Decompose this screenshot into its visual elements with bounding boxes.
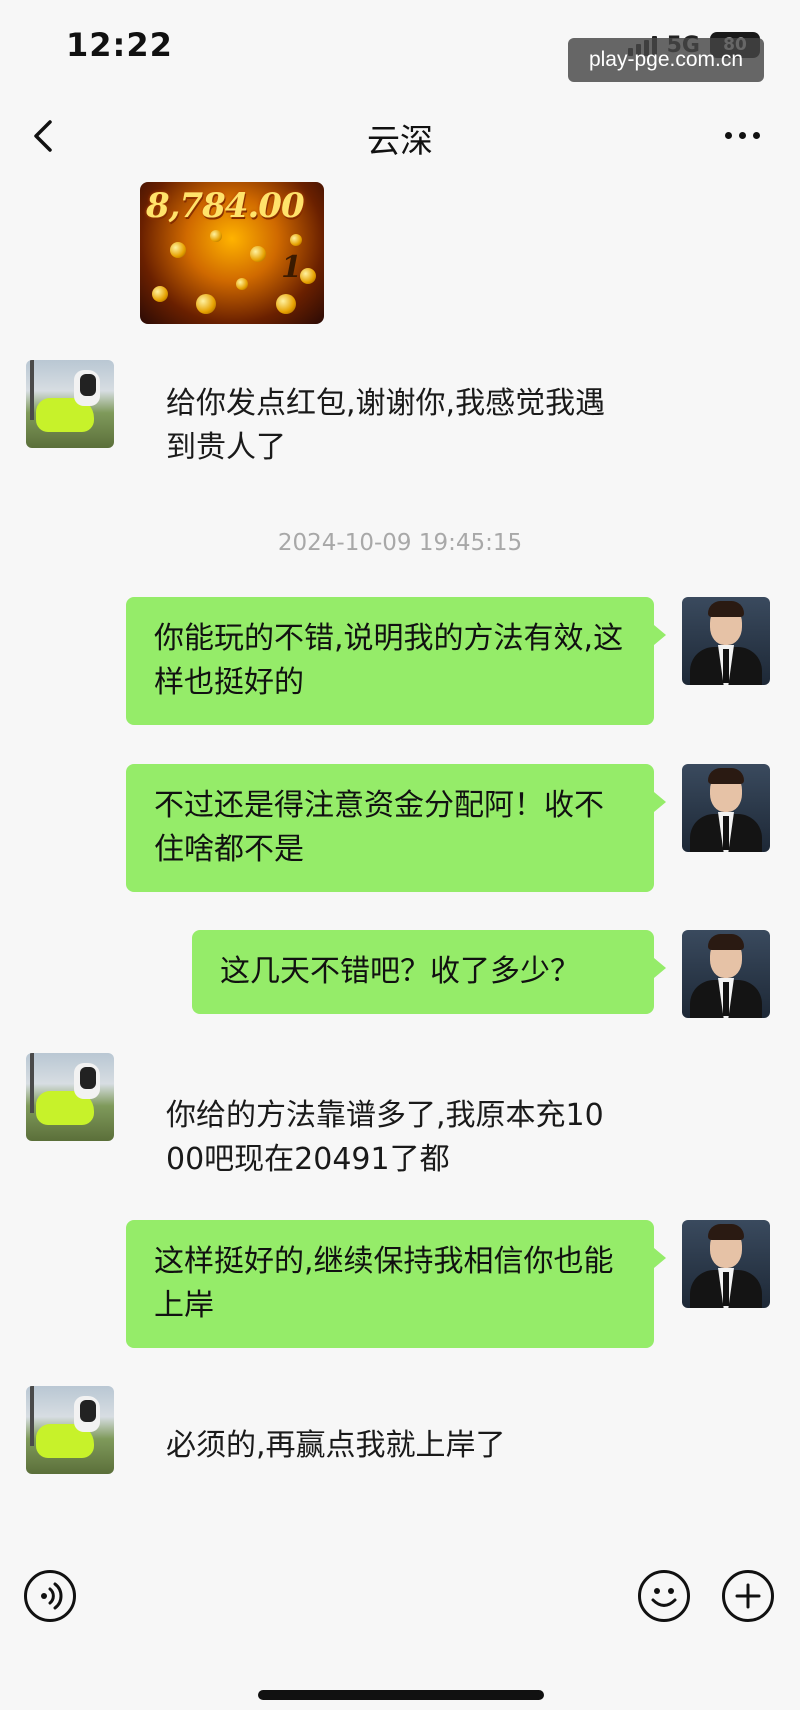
plus-icon[interactable] <box>722 1570 774 1622</box>
image-amount-text: 8,784.00 <box>146 186 305 226</box>
voice-input-icon[interactable] <box>24 1570 76 1622</box>
my-avatar[interactable] <box>682 1220 770 1308</box>
my-avatar[interactable] <box>682 597 770 685</box>
contact-avatar[interactable] <box>26 1386 114 1474</box>
outgoing-message[interactable]: 这几天不错吧？收了多少？ <box>192 930 666 1014</box>
shared-image-message[interactable]: 8,784.00 1 <box>140 182 324 324</box>
image-digit: 1 <box>281 250 302 285</box>
incoming-message[interactable]: 给你发点红包,谢谢你,我感觉我遇到贵人了 <box>130 364 650 488</box>
status-bar: 12:22 5G 80 play-pge.com.cn <box>0 0 800 90</box>
outgoing-message[interactable]: 你能玩的不错,说明我的方法有效,这样也挺好的 <box>126 597 666 725</box>
incoming-message[interactable]: 必须的,再赢点我就上岸了 <box>130 1406 650 1486</box>
status-time: 12:22 <box>66 26 173 64</box>
my-avatar[interactable] <box>682 764 770 852</box>
chat-header: 云深 <box>0 100 800 170</box>
more-dots-icon[interactable] <box>725 132 760 139</box>
contact-avatar[interactable] <box>26 360 114 448</box>
input-bar <box>0 1540 800 1660</box>
watermark: play-pge.com.cn <box>568 38 764 82</box>
home-indicator[interactable] <box>258 1690 544 1700</box>
chat-title: 云深 <box>367 121 433 160</box>
outgoing-message[interactable]: 不过还是得注意资金分配阿！收不住啥都不是 <box>126 764 666 892</box>
outgoing-message[interactable]: 这样挺好的,继续保持我相信你也能上岸 <box>126 1220 666 1348</box>
emoji-icon[interactable] <box>638 1570 690 1622</box>
my-avatar[interactable] <box>682 930 770 1018</box>
contact-avatar[interactable] <box>26 1053 114 1141</box>
message-timestamp: 2024-10-09 19:45:15 <box>277 530 523 556</box>
incoming-message[interactable]: 你给的方法靠谱多了,我原本充1000吧现在20491了都 <box>130 1076 650 1200</box>
